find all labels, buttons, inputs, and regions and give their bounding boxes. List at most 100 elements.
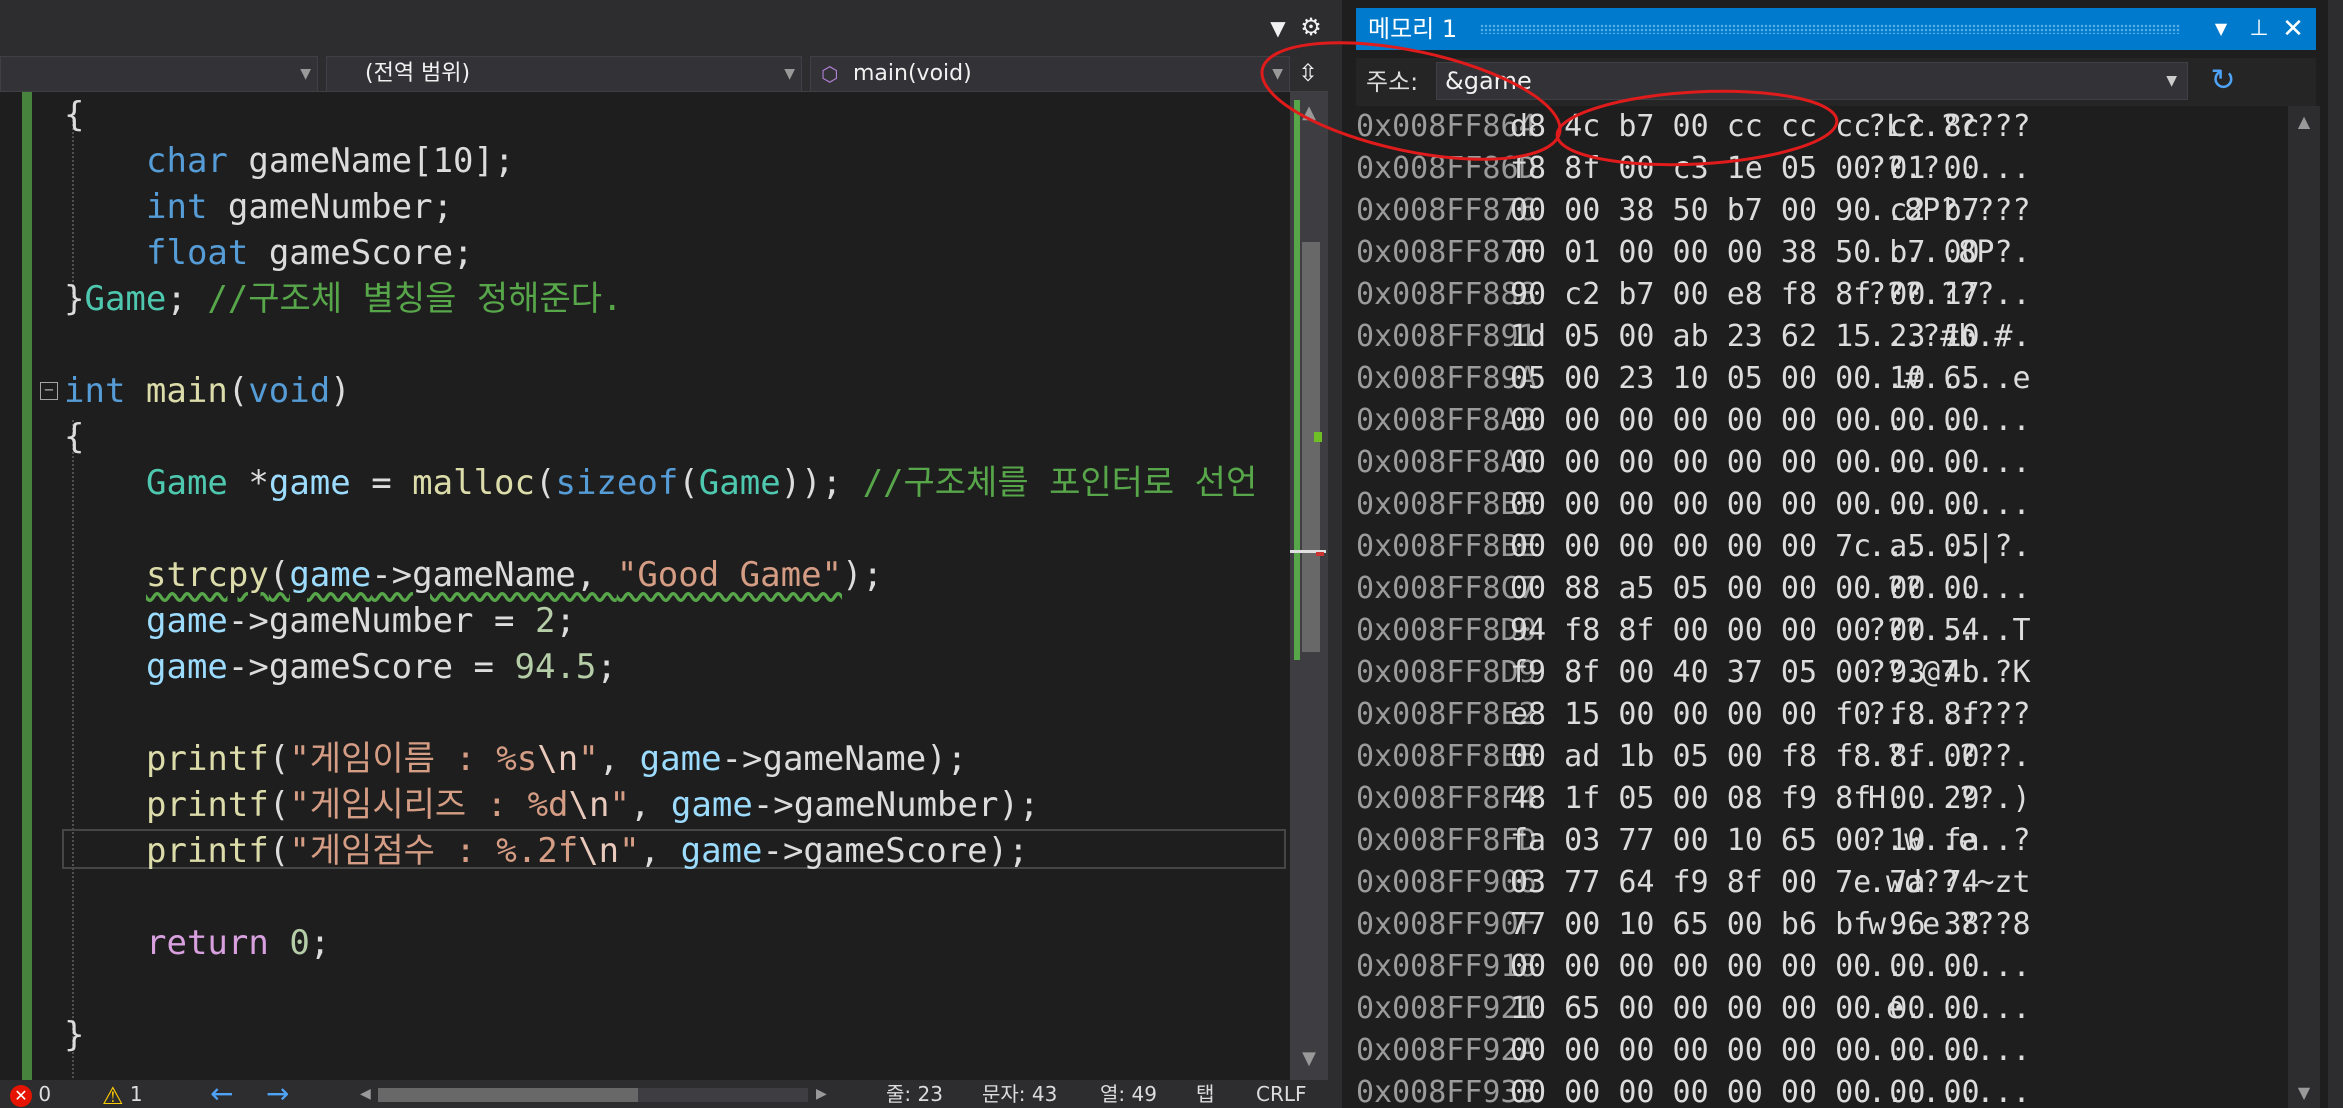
memory-row[interactable]: 0x008FF8C7 00 88 a5 05 00 00 00 00 00.??.… — [1356, 568, 2274, 610]
memory-dump[interactable]: 0x008FF864 d8 4c b7 00 cc cc cc cc 8c ?L?.… — [1356, 106, 2274, 1108]
punctuation: ( — [534, 463, 556, 503]
memory-row[interactable]: 0x008FF87F 00 01 00 00 00 38 50 b7 00....… — [1356, 232, 2274, 274]
close-icon[interactable]: ✕ — [2278, 8, 2308, 50]
cube-icon: ⬡ — [821, 62, 839, 86]
code-line: char gameName[10]; — [146, 138, 514, 184]
member-decl: gameNumber; — [207, 187, 454, 227]
memory-row[interactable]: 0x008FF876 00 00 38 50 b7 00 90 c2 b7 ..8P… — [1356, 190, 2274, 232]
navigate-forward-button[interactable]: → — [266, 1080, 289, 1108]
indent-mode[interactable]: 탭 — [1196, 1080, 1214, 1108]
punctuation: )); — [780, 463, 863, 503]
scrollbar-thumb[interactable] — [1302, 242, 1320, 652]
memory-row-ascii: ......... — [1868, 487, 2031, 522]
editor-toolbar-strip: ▼ ⚙ — [0, 0, 1328, 56]
string-literal: "게임시리즈 : %d — [289, 785, 569, 825]
memory-row[interactable]: 0x008FF8EB 00 ad 1b 05 00 f8 f8 8f 00.?..… — [1356, 736, 2274, 778]
warning-count[interactable]: ⚠ 1 — [102, 1080, 143, 1108]
refresh-icon[interactable]: ↻ — [2204, 62, 2242, 100]
char-number: 문자: 43 — [982, 1082, 1058, 1106]
variable: game — [680, 831, 763, 871]
memory-row-ascii: ..#.....e — [1868, 361, 2031, 396]
memory-vertical-scrollbar[interactable]: ▲ ▼ — [2288, 106, 2320, 1108]
editor-vertical-scrollbar[interactable]: ▲ ▼ — [1290, 92, 1328, 1080]
punctuation: ; — [166, 279, 208, 319]
memory-row[interactable]: 0x008FF8BE 00 00 00 00 00 00 7c a5 05....… — [1356, 526, 2274, 568]
error-marker — [1316, 552, 1324, 556]
drag-grip[interactable] — [1480, 24, 2180, 34]
code-line: game->gameNumber = 2; — [146, 598, 576, 644]
typedef-name: Game — [146, 463, 228, 503]
punctuation: ( — [268, 555, 290, 595]
scroll-down-icon[interactable]: ▼ — [2288, 1083, 2320, 1102]
horizontal-scrollbar[interactable]: ◀ ▶ — [356, 1080, 832, 1108]
line-ending[interactable]: CRLF — [1256, 1080, 1307, 1108]
brace: } — [64, 1015, 85, 1055]
code-line: Game *game = malloc(sizeof(Game)); //구조체… — [146, 460, 1257, 506]
gear-icon[interactable]: ⚙ — [1298, 14, 1324, 40]
punctuation: ( — [268, 831, 290, 871]
memory-row[interactable]: 0x008FF8B5 00 00 00 00 00 00 00 00 00....… — [1356, 484, 2274, 526]
indent-guide — [72, 420, 74, 1080]
memory-row[interactable]: 0x008FF891 1d 05 00 ab 23 62 15 23 10...?… — [1356, 316, 2274, 358]
overview-marker — [1314, 432, 1322, 442]
punctuation: ; — [555, 601, 576, 641]
navigation-bar: ▼ (전역 범위) ▼ ⬡ main(void) ▼ — [0, 56, 1328, 92]
window-menu-icon[interactable]: ▼ — [2206, 8, 2236, 50]
memory-row[interactable]: 0x008FF8AC 00 00 00 00 00 00 00 00 00....… — [1356, 442, 2274, 484]
variable: game — [146, 647, 228, 687]
type-keyword: void — [248, 371, 331, 411]
memory-row[interactable]: 0x008FF8F4 48 1f 05 00 08 f9 8f 00 29 H...… — [1356, 778, 2274, 820]
address-input[interactable]: &game ▼ — [1436, 62, 2188, 100]
memory-row[interactable]: 0x008FF92A 00 00 00 00 00 00 00 00 00....… — [1356, 1030, 2274, 1072]
memory-row[interactable]: 0x008FF8D9 f9 8f 00 40 37 05 00 93 4b ??.@… — [1356, 652, 2274, 694]
string-literal: "게임이름 : %s — [289, 739, 538, 779]
function-name: printf — [146, 831, 269, 871]
memory-row[interactable]: 0x008FF8A3 00 00 00 00 00 00 00 00 00....… — [1356, 400, 2274, 442]
code-line: float gameScore; — [146, 230, 474, 276]
navigate-back-button[interactable]: ← — [210, 1080, 233, 1108]
memory-row-ascii: ?L?.????? — [1868, 109, 2031, 144]
scroll-right-icon[interactable]: ▶ — [816, 1080, 827, 1108]
memory-row[interactable]: 0x008FF89A 05 00 23 10 05 00 00 10 65 ..#.… — [1356, 358, 2274, 400]
memory-window-titlebar[interactable]: 메모리 1 ▼ ⊥ ✕ — [1356, 8, 2316, 50]
memory-window-title: 메모리 1 — [1368, 15, 1458, 43]
punctuation: ; — [309, 923, 331, 963]
memory-row[interactable]: 0x008FF918 00 00 00 00 00 00 00 00 00....… — [1356, 946, 2274, 988]
scroll-down-icon[interactable]: ▼ — [1290, 1044, 1328, 1074]
collapse-icon[interactable]: − — [40, 382, 58, 400]
memory-row[interactable]: 0x008FF8D0 94 f8 8f 00 00 00 00 00 54???.… — [1356, 610, 2274, 652]
memory-window: 메모리 1 ▼ ⊥ ✕ 주소: &game ▼ ↻ 0x008FF864 d8 4… — [1328, 0, 2343, 1108]
memory-row[interactable]: 0x008FF90F 77 00 10 65 00 b6 bf 96 38 w..e… — [1356, 904, 2274, 946]
memory-row[interactable]: 0x008FF933 00 00 00 00 00 00 00 00 00....… — [1356, 1072, 2274, 1108]
memory-row[interactable]: 0x008FF8FD fa 03 77 00 10 65 00 10 fa ?.w.… — [1356, 820, 2274, 862]
memory-row[interactable]: 0x008FF921 10 65 00 00 00 00 00 00 00 .e..… — [1356, 988, 2274, 1030]
code-line: { — [64, 92, 84, 138]
punctuation: ( — [268, 739, 290, 779]
type-keyword: int — [64, 371, 126, 411]
memory-row[interactable]: 0x008FF8E2 e8 15 00 00 00 00 f0 f8 8f?...… — [1356, 694, 2274, 736]
string-literal: " — [619, 831, 640, 871]
punctuation: , — [639, 831, 681, 871]
pin-icon[interactable]: ⊥ — [2244, 8, 2274, 50]
dropdown-icon[interactable]: ▼ — [1266, 16, 1290, 40]
scope-dropdown[interactable]: (전역 범위) ▼ — [326, 56, 802, 92]
memory-row[interactable]: 0x008FF86D f8 8f 00 c3 1e 05 00 01 00??.?… — [1356, 148, 2274, 190]
code-area[interactable]: − { char gameName[10]; int gameNumber; f… — [0, 92, 1290, 1080]
scrollbar-thumb[interactable] — [378, 1088, 638, 1102]
memory-row[interactable]: 0x008FF906 03 77 64 f9 8f 00 7e 7a 74 .wd?… — [1356, 862, 2274, 904]
scroll-left-icon[interactable]: ◀ — [360, 1080, 371, 1108]
error-count[interactable]: ✕ 0 — [10, 1080, 51, 1108]
change-tracking-bar — [22, 92, 32, 1080]
project-dropdown[interactable]: ▼ — [0, 56, 318, 92]
change-overview-marker — [1294, 100, 1300, 660]
memory-row[interactable]: 0x008FF888 90 c2 b7 00 e8 f8 8f 00 17???.… — [1356, 274, 2274, 316]
function-name: printf — [146, 785, 269, 825]
scroll-up-icon[interactable]: ▲ — [2288, 112, 2320, 131]
member-dropdown[interactable]: ⬡ main(void) ▼ — [810, 56, 1290, 92]
chevron-down-icon[interactable]: ▼ — [2166, 63, 2177, 99]
memory-row[interactable]: 0x008FF864 d8 4c b7 00 cc cc cc cc 8c ?L?.… — [1356, 106, 2274, 148]
memory-row-ascii: ??.?..... — [1868, 151, 2031, 186]
split-editor-button[interactable]: ⇳ — [1292, 58, 1324, 90]
member-access: ->gameName); — [721, 739, 968, 779]
